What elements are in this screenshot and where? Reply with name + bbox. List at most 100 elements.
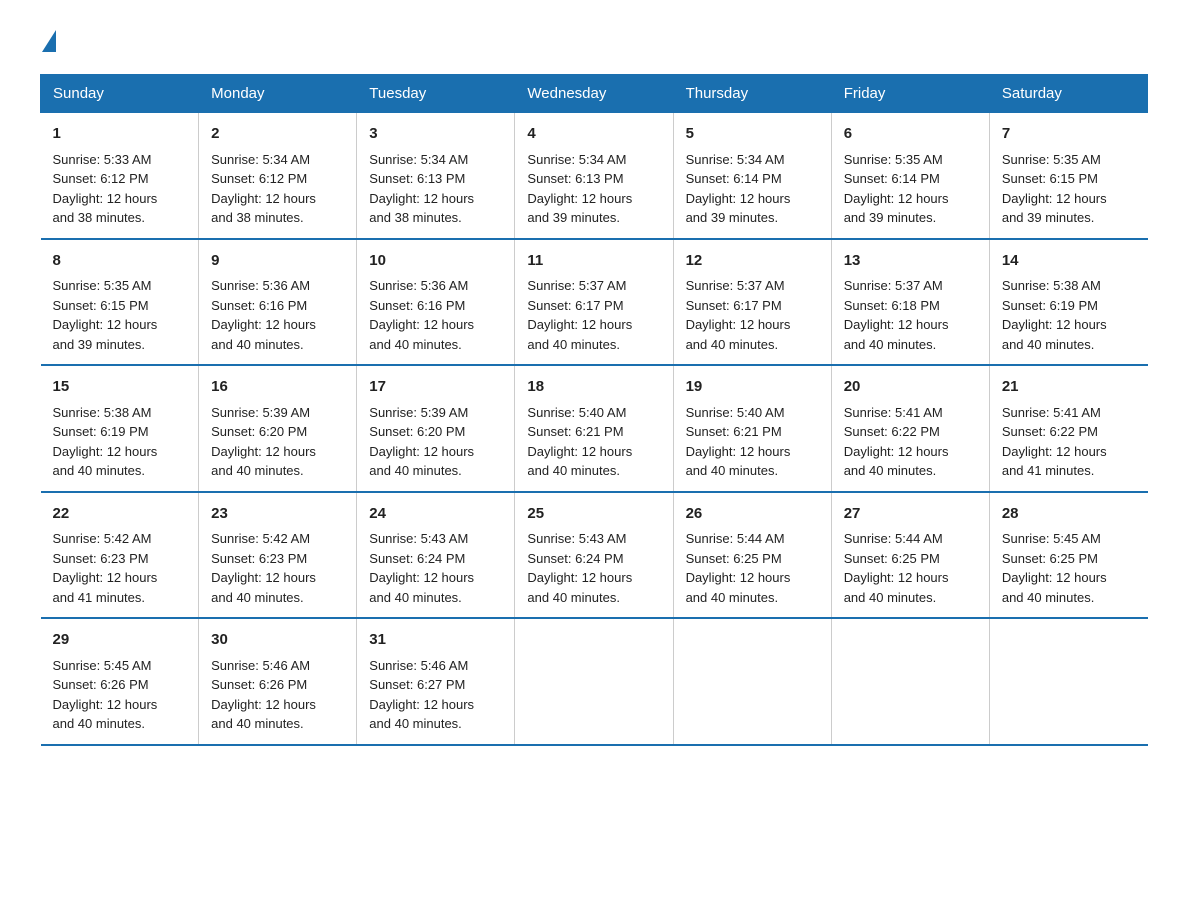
day-info: Sunrise: 5:38 AMSunset: 6:19 PMDaylight:… <box>53 403 187 481</box>
day-info: Sunrise: 5:43 AMSunset: 6:24 PMDaylight:… <box>527 529 660 607</box>
day-number: 23 <box>211 503 344 526</box>
day-info: Sunrise: 5:34 AMSunset: 6:13 PMDaylight:… <box>369 150 502 228</box>
weekday-header-monday: Monday <box>199 75 357 113</box>
day-info: Sunrise: 5:34 AMSunset: 6:13 PMDaylight:… <box>527 150 660 228</box>
logo-top <box>40 30 56 54</box>
day-number: 2 <box>211 123 344 146</box>
day-number: 21 <box>1002 376 1136 399</box>
day-number: 31 <box>369 629 502 652</box>
calendar-cell <box>515 618 673 745</box>
day-info: Sunrise: 5:44 AMSunset: 6:25 PMDaylight:… <box>844 529 977 607</box>
day-number: 12 <box>686 250 819 273</box>
day-number: 14 <box>1002 250 1136 273</box>
calendar-cell: 29 Sunrise: 5:45 AMSunset: 6:26 PMDayligh… <box>41 618 199 745</box>
day-number: 10 <box>369 250 502 273</box>
calendar-cell: 10 Sunrise: 5:36 AMSunset: 6:16 PMDayligh… <box>357 239 515 366</box>
calendar-cell: 1 Sunrise: 5:33 AMSunset: 6:12 PMDaylight… <box>41 113 199 239</box>
week-row-4: 22 Sunrise: 5:42 AMSunset: 6:23 PMDayligh… <box>41 492 1148 619</box>
weekday-header-thursday: Thursday <box>673 75 831 113</box>
calendar-cell: 24 Sunrise: 5:43 AMSunset: 6:24 PMDayligh… <box>357 492 515 619</box>
calendar-cell <box>673 618 831 745</box>
day-number: 13 <box>844 250 977 273</box>
logo-triangle-icon <box>42 30 56 52</box>
calendar-cell: 18 Sunrise: 5:40 AMSunset: 6:21 PMDayligh… <box>515 365 673 492</box>
calendar-cell: 4 Sunrise: 5:34 AMSunset: 6:13 PMDaylight… <box>515 113 673 239</box>
day-number: 19 <box>686 376 819 399</box>
day-info: Sunrise: 5:45 AMSunset: 6:26 PMDaylight:… <box>53 656 187 734</box>
calendar-cell: 6 Sunrise: 5:35 AMSunset: 6:14 PMDaylight… <box>831 113 989 239</box>
calendar-cell: 5 Sunrise: 5:34 AMSunset: 6:14 PMDaylight… <box>673 113 831 239</box>
weekday-header-row: SundayMondayTuesdayWednesdayThursdayFrid… <box>41 75 1148 113</box>
day-info: Sunrise: 5:36 AMSunset: 6:16 PMDaylight:… <box>211 276 344 354</box>
day-info: Sunrise: 5:37 AMSunset: 6:18 PMDaylight:… <box>844 276 977 354</box>
day-number: 4 <box>527 123 660 146</box>
day-number: 18 <box>527 376 660 399</box>
calendar-cell: 12Sunrise: 5:37 AMSunset: 6:17 PMDayligh… <box>673 239 831 366</box>
day-info: Sunrise: 5:33 AMSunset: 6:12 PMDaylight:… <box>53 150 187 228</box>
calendar-cell <box>831 618 989 745</box>
calendar-cell: 26 Sunrise: 5:44 AMSunset: 6:25 PMDayligh… <box>673 492 831 619</box>
calendar-cell: 28 Sunrise: 5:45 AMSunset: 6:25 PMDayligh… <box>989 492 1147 619</box>
day-number: 17 <box>369 376 502 399</box>
day-info: Sunrise: 5:45 AMSunset: 6:25 PMDaylight:… <box>1002 529 1136 607</box>
day-number: 29 <box>53 629 187 652</box>
calendar-cell: 23Sunrise: 5:42 AMSunset: 6:23 PMDayligh… <box>199 492 357 619</box>
day-info: Sunrise: 5:42 AMSunset: 6:23 PMDaylight:… <box>53 529 187 607</box>
calendar-cell: 9 Sunrise: 5:36 AMSunset: 6:16 PMDaylight… <box>199 239 357 366</box>
week-row-2: 8Sunrise: 5:35 AMSunset: 6:15 PMDaylight… <box>41 239 1148 366</box>
day-number: 11 <box>527 250 660 273</box>
day-number: 6 <box>844 123 977 146</box>
calendar-cell: 30 Sunrise: 5:46 AMSunset: 6:26 PMDayligh… <box>199 618 357 745</box>
day-number: 9 <box>211 250 344 273</box>
day-number: 8 <box>53 250 187 273</box>
calendar-cell: 15 Sunrise: 5:38 AMSunset: 6:19 PMDayligh… <box>41 365 199 492</box>
day-number: 1 <box>53 123 187 146</box>
day-number: 5 <box>686 123 819 146</box>
calendar-cell: 16 Sunrise: 5:39 AMSunset: 6:20 PMDayligh… <box>199 365 357 492</box>
day-number: 3 <box>369 123 502 146</box>
calendar-cell: 13 Sunrise: 5:37 AMSunset: 6:18 PMDayligh… <box>831 239 989 366</box>
calendar-cell: 7Sunrise: 5:35 AMSunset: 6:15 PMDaylight… <box>989 113 1147 239</box>
day-info: Sunrise: 5:46 AMSunset: 6:27 PMDaylight:… <box>369 656 502 734</box>
logo <box>40 30 56 54</box>
calendar-cell: 11 Sunrise: 5:37 AMSunset: 6:17 PMDayligh… <box>515 239 673 366</box>
weekday-header-friday: Friday <box>831 75 989 113</box>
day-info: Sunrise: 5:38 AMSunset: 6:19 PMDaylight:… <box>1002 276 1136 354</box>
calendar-cell: 27Sunrise: 5:44 AMSunset: 6:25 PMDayligh… <box>831 492 989 619</box>
calendar-cell: 31 Sunrise: 5:46 AMSunset: 6:27 PMDayligh… <box>357 618 515 745</box>
day-number: 15 <box>53 376 187 399</box>
weekday-header-saturday: Saturday <box>989 75 1147 113</box>
day-info: Sunrise: 5:43 AMSunset: 6:24 PMDaylight:… <box>369 529 502 607</box>
day-info: Sunrise: 5:34 AMSunset: 6:14 PMDaylight:… <box>686 150 819 228</box>
calendar-cell: 8Sunrise: 5:35 AMSunset: 6:15 PMDaylight… <box>41 239 199 366</box>
weekday-header-tuesday: Tuesday <box>357 75 515 113</box>
day-info: Sunrise: 5:46 AMSunset: 6:26 PMDaylight:… <box>211 656 344 734</box>
day-number: 28 <box>1002 503 1136 526</box>
day-info: Sunrise: 5:39 AMSunset: 6:20 PMDaylight:… <box>211 403 344 481</box>
day-number: 30 <box>211 629 344 652</box>
calendar-cell: 17Sunrise: 5:39 AMSunset: 6:20 PMDayligh… <box>357 365 515 492</box>
day-number: 22 <box>53 503 187 526</box>
calendar-cell: 25Sunrise: 5:43 AMSunset: 6:24 PMDayligh… <box>515 492 673 619</box>
day-number: 7 <box>1002 123 1136 146</box>
day-info: Sunrise: 5:35 AMSunset: 6:14 PMDaylight:… <box>844 150 977 228</box>
calendar-cell: 22 Sunrise: 5:42 AMSunset: 6:23 PMDayligh… <box>41 492 199 619</box>
day-info: Sunrise: 5:44 AMSunset: 6:25 PMDaylight:… <box>686 529 819 607</box>
day-number: 20 <box>844 376 977 399</box>
day-number: 16 <box>211 376 344 399</box>
calendar-cell: 14 Sunrise: 5:38 AMSunset: 6:19 PMDayligh… <box>989 239 1147 366</box>
day-info: Sunrise: 5:41 AMSunset: 6:22 PMDaylight:… <box>1002 403 1136 481</box>
day-info: Sunrise: 5:40 AMSunset: 6:21 PMDaylight:… <box>527 403 660 481</box>
weekday-header-sunday: Sunday <box>41 75 199 113</box>
week-row-3: 15 Sunrise: 5:38 AMSunset: 6:19 PMDayligh… <box>41 365 1148 492</box>
calendar-table: SundayMondayTuesdayWednesdayThursdayFrid… <box>40 74 1148 746</box>
page-header <box>40 30 1148 54</box>
day-number: 24 <box>369 503 502 526</box>
day-info: Sunrise: 5:36 AMSunset: 6:16 PMDaylight:… <box>369 276 502 354</box>
day-number: 26 <box>686 503 819 526</box>
weekday-header-wednesday: Wednesday <box>515 75 673 113</box>
day-info: Sunrise: 5:40 AMSunset: 6:21 PMDaylight:… <box>686 403 819 481</box>
day-info: Sunrise: 5:37 AMSunset: 6:17 PMDaylight:… <box>527 276 660 354</box>
week-row-1: 1 Sunrise: 5:33 AMSunset: 6:12 PMDaylight… <box>41 113 1148 239</box>
calendar-cell: 19 Sunrise: 5:40 AMSunset: 6:21 PMDayligh… <box>673 365 831 492</box>
